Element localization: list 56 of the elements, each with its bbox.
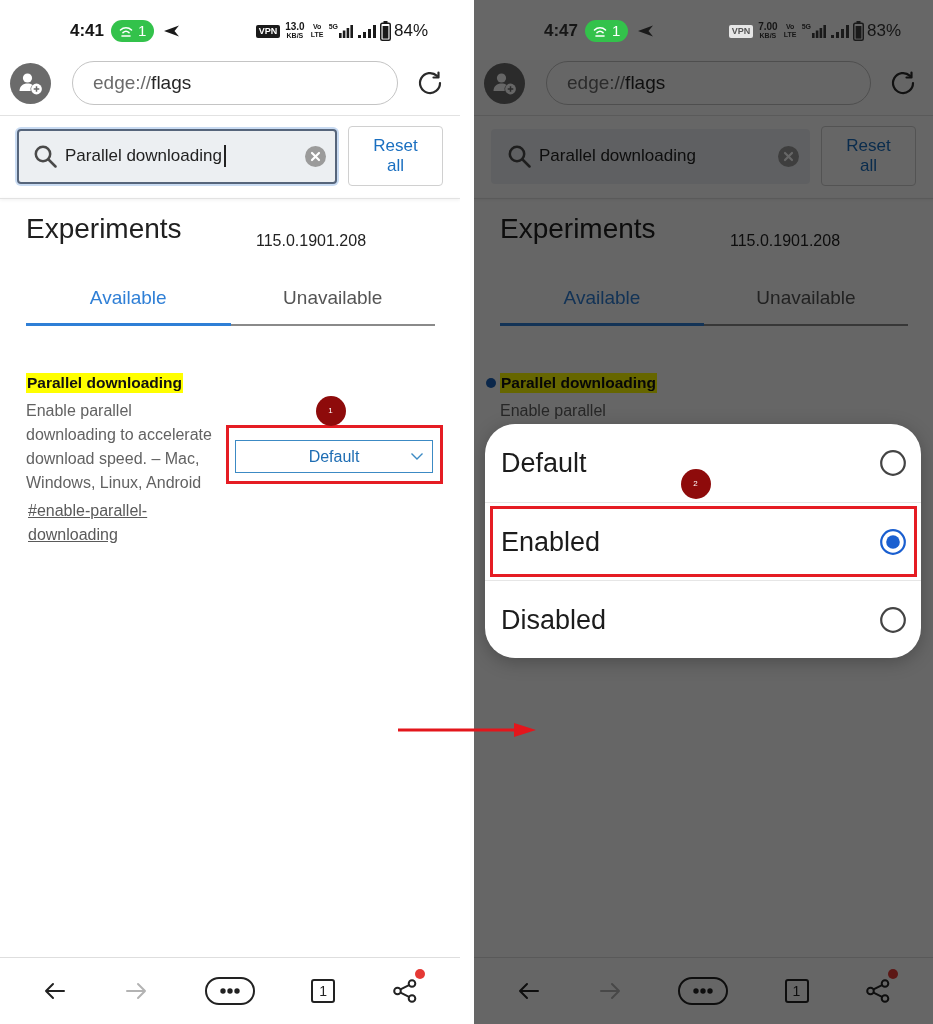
more-button[interactable] <box>204 977 255 1005</box>
version-number: 115.0.1901.208 <box>256 231 367 251</box>
status-time: 4:47 <box>544 21 579 41</box>
search-icon <box>507 144 531 168</box>
vpn-badge: VPN <box>255 24 281 38</box>
search-field[interactable]: Parallel downloading <box>491 128 810 184</box>
tab[interactable]: Unavailable <box>230 280 435 326</box>
share-icon[interactable] <box>392 978 418 1004</box>
tabs-button[interactable]: 1 <box>311 979 336 1003</box>
network-speed: 7.00 <box>758 22 778 32</box>
vpn-badge: VPN <box>728 24 754 38</box>
step-marker: 1 <box>315 396 346 426</box>
hotspot-icon <box>119 25 134 37</box>
tab[interactable]: Available <box>26 280 231 326</box>
flag-description: Enable parallel downloading to accelerate download speed. – Mac, Windows, Linux, Android <box>26 401 213 493</box>
chevron-icon <box>411 453 423 460</box>
search-icon <box>33 144 57 168</box>
step-marker: 2 <box>680 469 711 499</box>
profile-add-icon[interactable] <box>10 62 51 104</box>
signal-icon <box>830 24 849 38</box>
status-time: 4:41 <box>70 21 105 41</box>
battery-percent: 84% <box>393 21 428 41</box>
hotspot-count: 1 <box>612 23 621 39</box>
version-number: 115.0.1901.208 <box>730 231 841 251</box>
signal-icon <box>357 24 376 38</box>
search-text: Parallel downloading <box>65 145 222 167</box>
flag-title: Parallel downloading <box>26 373 184 393</box>
network-speed: 13.0 <box>285 22 305 32</box>
refresh-icon[interactable] <box>417 70 443 96</box>
signal-icon <box>338 24 353 38</box>
clear-icon[interactable] <box>778 145 799 167</box>
flag-description: Enable parallel <box>500 401 606 421</box>
tabs-button[interactable]: 1 <box>784 979 809 1003</box>
flag-title: Parallel downloading <box>500 373 658 393</box>
dialog-option[interactable]: Disabled <box>490 584 917 655</box>
signal-icon <box>811 24 826 38</box>
page-heading: Experiments <box>500 213 656 245</box>
flag-link[interactable]: #enable-parallel-downloading <box>26 499 164 547</box>
page-heading: Experiments <box>26 213 182 245</box>
hotspot-count: 1 <box>138 23 147 39</box>
dots-icon <box>219 988 240 994</box>
text-cursor <box>223 145 226 167</box>
reset-all-button[interactable]: Reset all <box>348 126 443 186</box>
dialog-option[interactable]: Enabled <box>490 506 917 577</box>
arrowhead-icon <box>164 25 180 37</box>
battery-icon <box>852 21 864 41</box>
dots-icon <box>693 988 713 994</box>
hotspot-icon <box>593 25 608 37</box>
battery-percent: 83% <box>866 21 901 41</box>
state-select[interactable]: Default <box>235 440 433 473</box>
battery-icon <box>379 21 391 41</box>
arrowhead-icon <box>638 25 654 37</box>
search-text: Parallel downloading <box>539 145 696 167</box>
profile-add-icon[interactable] <box>484 62 525 104</box>
search-field[interactable]: Parallel downloading <box>17 128 337 184</box>
clear-icon[interactable] <box>305 145 326 167</box>
